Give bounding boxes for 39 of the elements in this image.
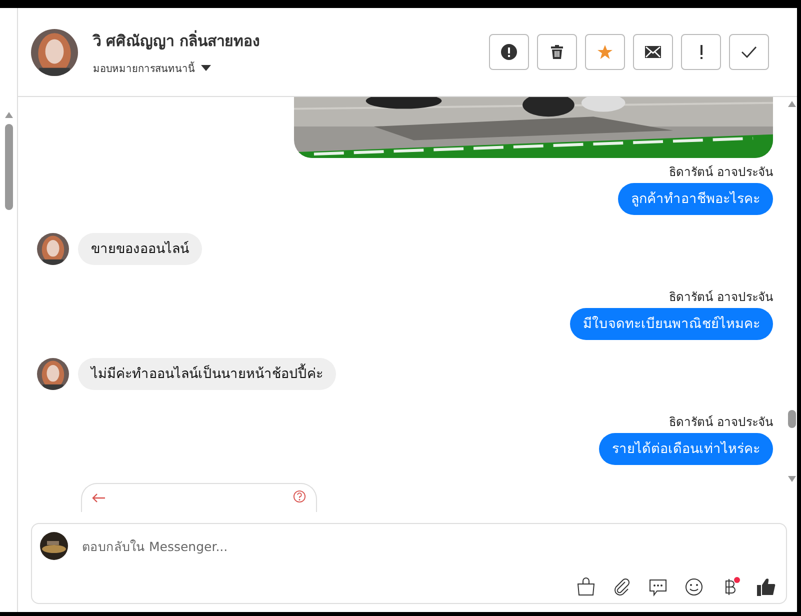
avatar (37, 358, 69, 390)
checkmark-icon (741, 44, 757, 60)
contact-name: วิ ศศิณัญญา กลิ่นสายทอง (93, 29, 260, 52)
caret-icon (201, 65, 211, 71)
speech-bubble-icon[interactable] (648, 577, 668, 597)
envelope-icon (645, 44, 661, 60)
message-bubble: มีใบจดทะเบียนพาณิชย์ไหมคะ (570, 308, 773, 340)
exclamation-circle-icon (501, 44, 517, 60)
smiley-icon[interactable] (684, 577, 704, 597)
star-button[interactable] (585, 34, 625, 70)
sender-name: ธิดารัตน์ อาจประจัน (669, 164, 773, 180)
sender-name: ธิดารัตน์ อาจประจัน (669, 289, 773, 305)
sender-name: ธิดารัตน์ อาจประจัน (669, 414, 773, 430)
message-bubble: ขายของออนไลน์ (78, 233, 202, 265)
unread-button[interactable] (633, 34, 673, 70)
done-button[interactable] (729, 34, 769, 70)
delete-button[interactable] (537, 34, 577, 70)
assign-dropdown[interactable]: มอบหมายการสนทนานี้ (93, 60, 260, 76)
trash-icon (549, 44, 565, 60)
back-arrow-icon (92, 493, 106, 503)
scroll-down-icon[interactable] (788, 476, 796, 482)
message-bubble: ไม่มีค่ะทำออนไลน์เป็นนายหน้าช้อปปี้ค่ะ (78, 358, 336, 390)
thumbs-up-icon[interactable] (756, 577, 776, 597)
page-avatar (40, 532, 68, 560)
help-icon (293, 490, 306, 503)
exclamation-icon (698, 44, 704, 60)
shopping-bag-icon[interactable] (576, 577, 596, 597)
scroll-up-icon[interactable] (788, 101, 796, 107)
scrollbar-thumb[interactable] (788, 410, 796, 428)
scroll-up-icon[interactable] (4, 112, 12, 118)
scrollbar-thumb[interactable] (4, 124, 12, 210)
spam-button[interactable] (489, 34, 529, 70)
message-bubble: รายได้ต่อเดือนเท่าไหร่คะ (599, 433, 773, 465)
reply-input[interactable]: ตอบกลับใน Messenger... (80, 538, 776, 554)
star-icon (597, 44, 613, 60)
message-bubble: ลูกค้าทำอาชีพอะไรคะ (618, 183, 773, 215)
avatar (31, 28, 78, 76)
paperclip-icon[interactable] (612, 577, 632, 597)
avatar (37, 233, 69, 265)
